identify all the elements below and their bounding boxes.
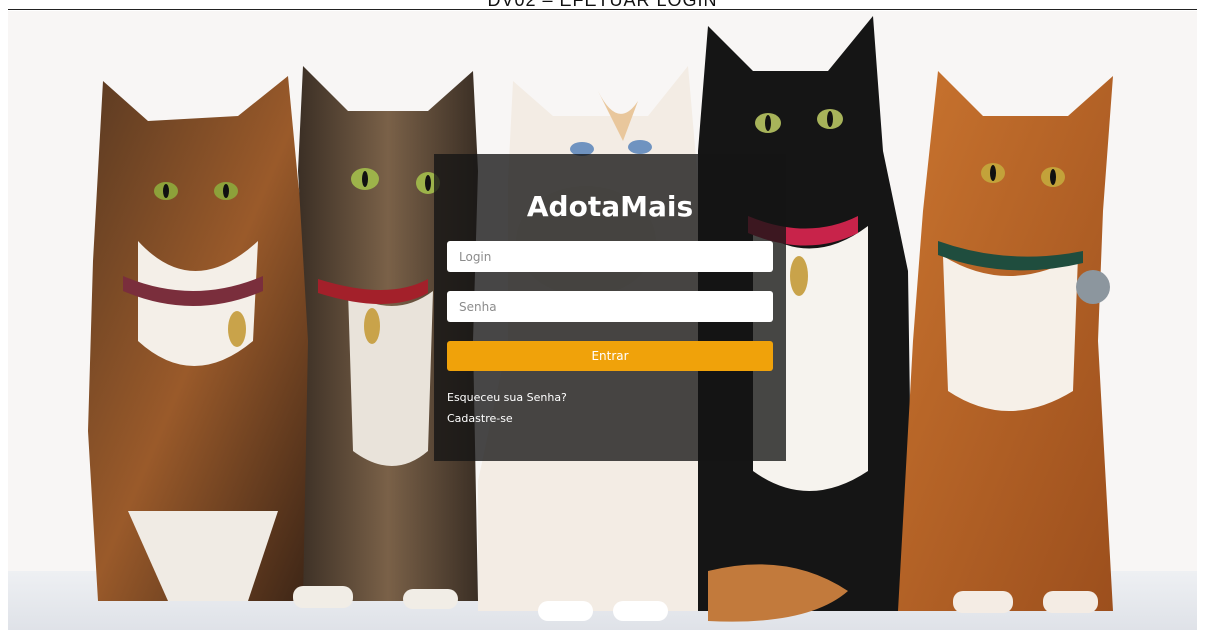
entrar-button[interactable]: Entrar [447,341,773,371]
header-divider [8,9,1197,10]
calico-cat [88,76,313,601]
password-input[interactable] [447,291,773,322]
login-card: AdotaMais Entrar Esqueceu sua Senha? Cad… [434,154,786,461]
signup-link[interactable]: Cadastre-se [447,412,773,426]
login-input[interactable] [447,241,773,272]
document-header: DV02 – EFETUAR LOGIN [0,0,1205,10]
orange-cat [898,71,1113,613]
brand-title: AdotaMais [526,190,694,223]
forgot-password-link[interactable]: Esqueceu sua Senha? [447,391,773,405]
login-screen: AdotaMais Entrar Esqueceu sua Senha? Cad… [8,11,1197,630]
